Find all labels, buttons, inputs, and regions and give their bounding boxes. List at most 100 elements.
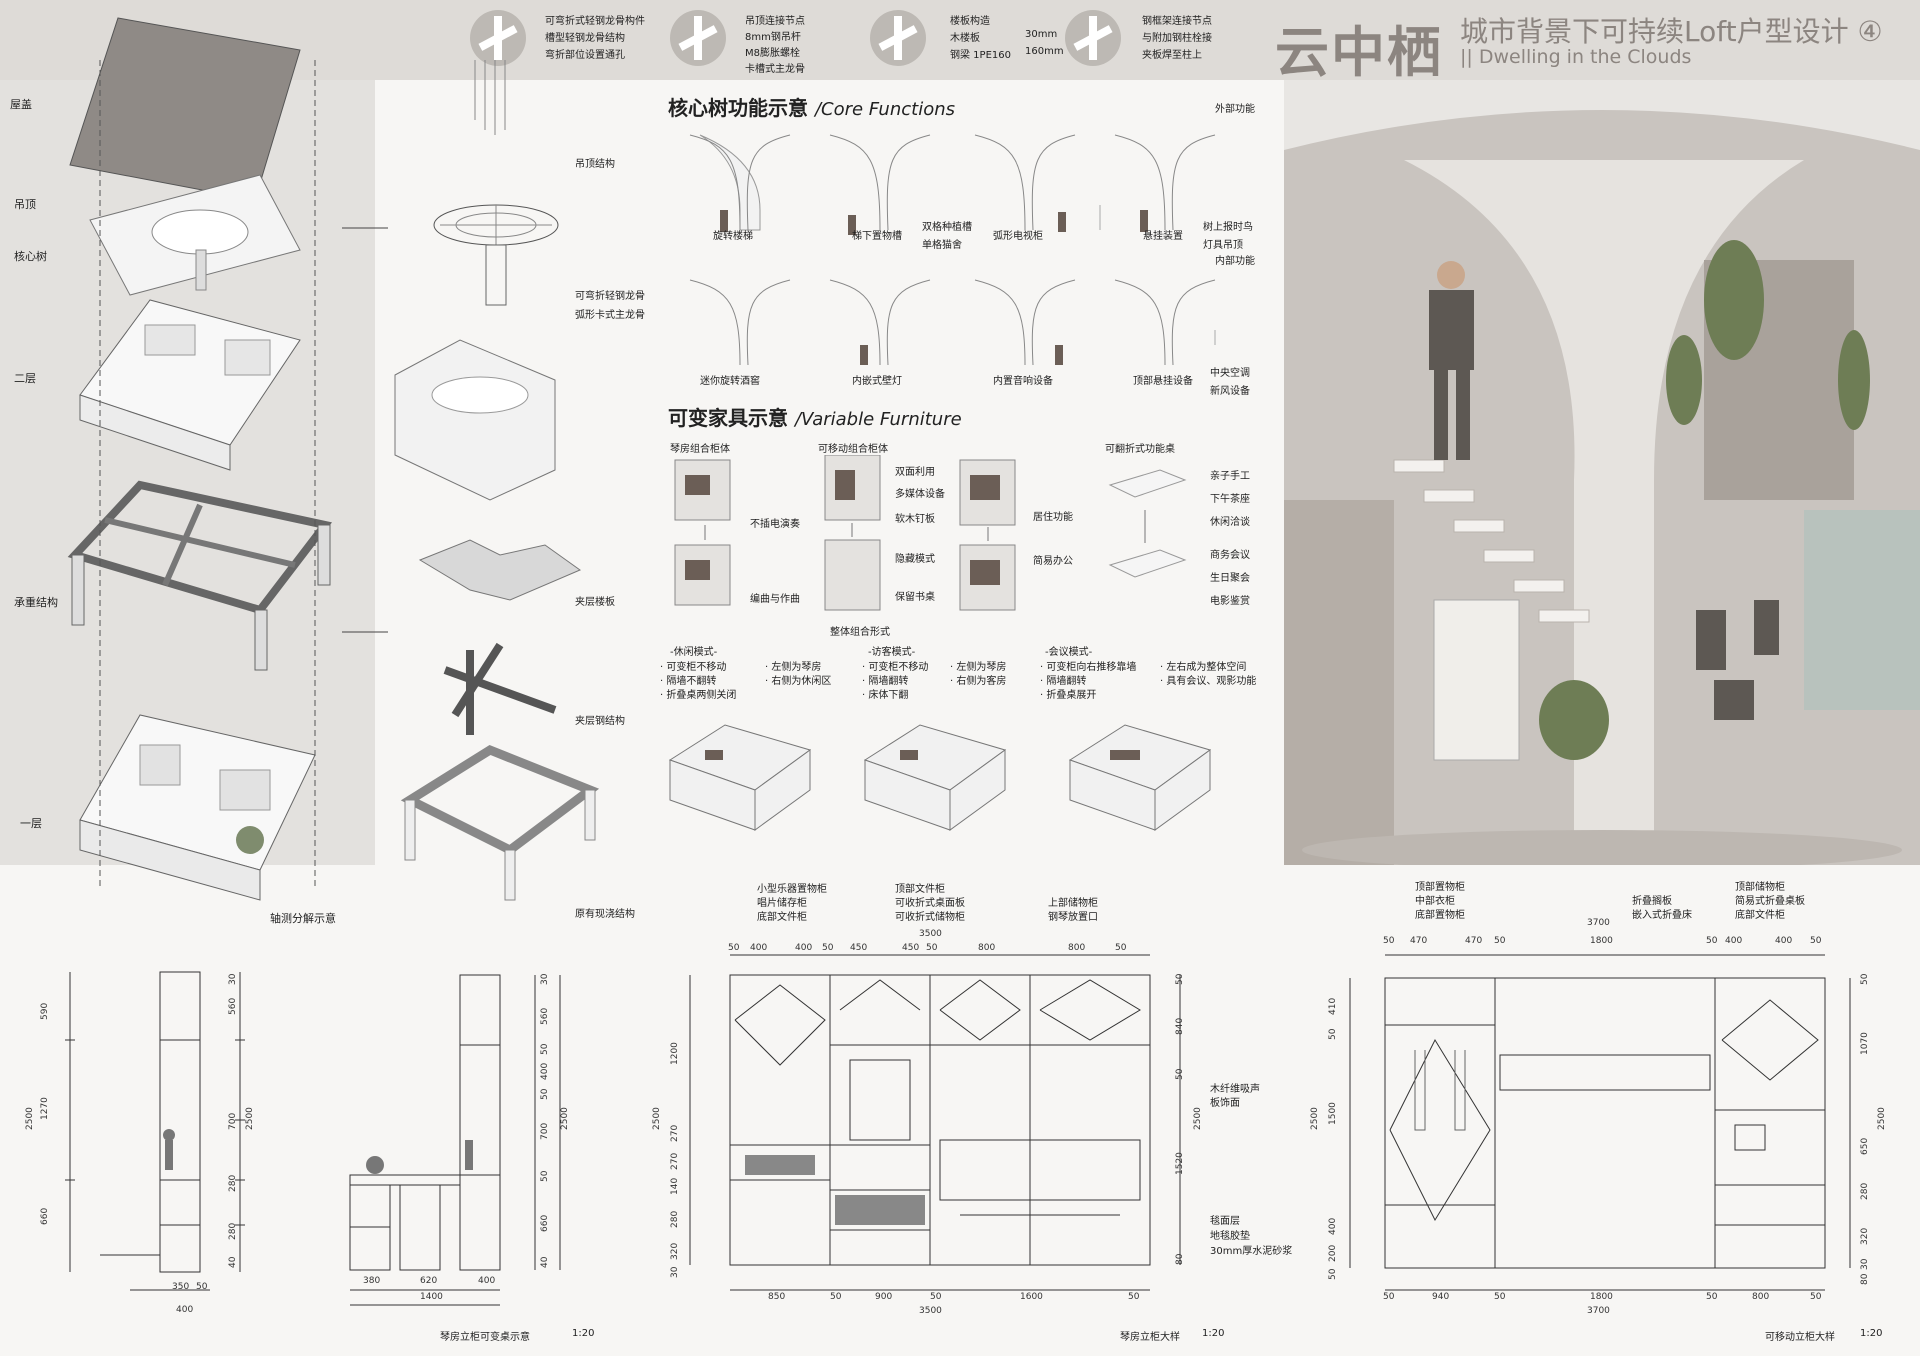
d3-note-1c: 底部文件柜	[757, 912, 807, 923]
d3-bot-6: 50	[1128, 1292, 1140, 1302]
d3-top-5: 450	[850, 943, 868, 953]
d3-note-1a: 小型乐器置物柜	[757, 884, 827, 895]
d4-top-2: 470	[1410, 936, 1428, 946]
core-note-light-ceiling: 灯具吊顶	[1203, 240, 1243, 251]
mode-leisure-l1: · 可变柜不移动	[660, 662, 727, 673]
core-under-stair-storage: 梯下置物槽	[852, 231, 902, 242]
d2-dim-h1: 380	[363, 1276, 381, 1286]
movable-cork-board: 软木钉板	[895, 514, 935, 525]
d3-note-3a: 上部储物柜	[1048, 898, 1098, 909]
label-existing-structure: 原有现浇结构	[575, 909, 635, 920]
core-mini-wine-cellar: 迷你旋转酒窖	[700, 376, 760, 387]
d4-vl-5: 400	[1328, 1217, 1338, 1235]
movable-living: 居住功能	[1033, 512, 1073, 523]
d4-vr-2: 1070	[1860, 1032, 1870, 1055]
core-audio-system: 内置音响设备	[993, 376, 1053, 387]
d2-dim-7: 50	[540, 1170, 550, 1182]
variable-furniture-title: 可变家具示意 /Variable Furniture	[668, 406, 962, 430]
d4-note-1c: 底部置物柜	[1415, 910, 1465, 921]
d4-vl-2: 50	[1328, 1028, 1338, 1040]
d3-bot-2: 50	[830, 1292, 842, 1302]
node4-line1: 钢框架连接节点	[1142, 16, 1212, 27]
d2-dim-h2: 620	[420, 1276, 438, 1286]
node3-value1: 30mm	[1025, 29, 1058, 40]
interior-rendering	[1284, 80, 1920, 865]
group-folding-table: 可翻折式功能桌	[1105, 444, 1175, 455]
core-functions-title: 核心树功能示意 /Core Functions	[668, 96, 956, 120]
d1-dim-h3: 400	[176, 1305, 194, 1315]
core-note-central-ac: 中央空调	[1210, 368, 1250, 379]
d3-vr-4: 2500	[1193, 1107, 1203, 1130]
core-spiral-stair: 旋转楼梯	[713, 231, 753, 242]
drawing-piano-side	[65, 971, 245, 1291]
d3-vl-4: 270	[670, 1152, 680, 1170]
d4-vr-3: 2500	[1877, 1107, 1887, 1130]
d3-top-2: 400	[750, 943, 768, 953]
mode-leisure-l3: · 折叠桌两侧关闭	[660, 690, 737, 701]
mode-guest-name: -访客模式-	[868, 647, 916, 658]
d3-vr-6: 80	[1175, 1253, 1185, 1265]
d3-note-2a: 顶部文件柜	[895, 884, 945, 895]
node3-line2: 木楼板	[950, 33, 980, 44]
d4-top-8: 400	[1775, 936, 1793, 946]
label-ceiling-structure: 吊顶结构	[575, 159, 615, 170]
d4-vr-1: 50	[1860, 973, 1870, 985]
d2-dim-h4: 1400	[420, 1292, 443, 1302]
core-hanging-device: 悬挂装置	[1143, 231, 1183, 242]
mode-guest-l2: · 隔墙翻转	[862, 676, 909, 687]
d4-bot-3: 50	[1494, 1292, 1506, 1302]
d3-top-10: 50	[1115, 943, 1127, 953]
mode-leisure-l2: · 隔墙不翻转	[660, 676, 717, 687]
d3-top-9: 800	[1068, 943, 1086, 953]
d2-dim-10: 2500	[560, 1107, 570, 1130]
steel-node-icon	[1065, 10, 1121, 66]
d4-vl-1: 410	[1328, 997, 1338, 1015]
table-party: 生日聚会	[1210, 573, 1250, 584]
d3-bot-5: 1600	[1020, 1292, 1043, 1302]
drawing-piano-elevation	[689, 954, 1181, 1291]
d3-top-7: 50	[926, 943, 938, 953]
level-second-floor-label: 二层	[14, 372, 36, 385]
movable-double-side: 双面利用	[895, 467, 935, 478]
core-wall-lamp: 内嵌式壁灯	[852, 376, 902, 387]
combo-label: 整体组合形式	[830, 627, 890, 638]
d4-top-9: 50	[1810, 936, 1822, 946]
d1-dim-v4: 2500	[25, 1107, 35, 1130]
d1-dim-h2: 50	[196, 1282, 208, 1292]
d4-note-2b: 嵌入式折叠床	[1632, 910, 1692, 921]
d4-vr-5: 280	[1860, 1182, 1870, 1200]
d4-top-4: 50	[1494, 936, 1506, 946]
table-tea: 下午茶座	[1210, 494, 1250, 505]
mode-meeting-name: -会议模式-	[1045, 647, 1093, 658]
rendering-illustration	[1284, 80, 1920, 865]
d3-caption: 琴房立柜大样	[1120, 1332, 1180, 1343]
d4-note-1a: 顶部置物柜	[1415, 882, 1465, 893]
piano-mode-compose: 编曲与作曲	[750, 594, 800, 605]
d3-scale: 1:20	[1202, 1328, 1225, 1339]
group-movable-cabinet: 可移动组合柜体	[818, 444, 888, 455]
d4-vr-7: 30	[1860, 1258, 1870, 1270]
d1-dim-h1: 350	[172, 1282, 190, 1292]
d3-top-6: 450	[902, 943, 920, 953]
label-bendable-keel: 可弯折轻钢龙骨	[575, 291, 645, 302]
d3-note-r3: 毯面层	[1210, 1216, 1240, 1227]
d3-note-r5: 30mm厚水泥砂浆	[1210, 1246, 1293, 1257]
d3-vr-3: 50	[1175, 1068, 1185, 1080]
d1-dim-v3: 660	[40, 1207, 50, 1225]
ceiling-node-icon	[670, 10, 726, 66]
level-roof-label: 屋盖	[10, 98, 32, 111]
d4-bot-6: 800	[1752, 1292, 1770, 1302]
d1-scale: 1:20	[572, 1328, 595, 1339]
node2-line3: M8膨胀螺栓	[745, 48, 800, 59]
d3-vl-3: 270	[670, 1124, 680, 1142]
movable-multimedia: 多媒体设备	[895, 489, 945, 500]
d3-note-3b: 钢琴放置口	[1048, 912, 1098, 923]
table-craft: 亲子手工	[1210, 471, 1250, 482]
piano-mode-unplugged: 不插电演奏	[750, 519, 800, 530]
d4-vl-3: 1500	[1328, 1102, 1338, 1125]
d2-dim-2: 560	[540, 1007, 550, 1025]
d1-dim-r2: 700	[228, 1112, 238, 1130]
movable-keep-desk: 保留书桌	[895, 592, 935, 603]
d4-note-2a: 折叠搁板	[1632, 896, 1672, 907]
mode-meeting-l3: · 折叠桌展开	[1040, 690, 1097, 701]
